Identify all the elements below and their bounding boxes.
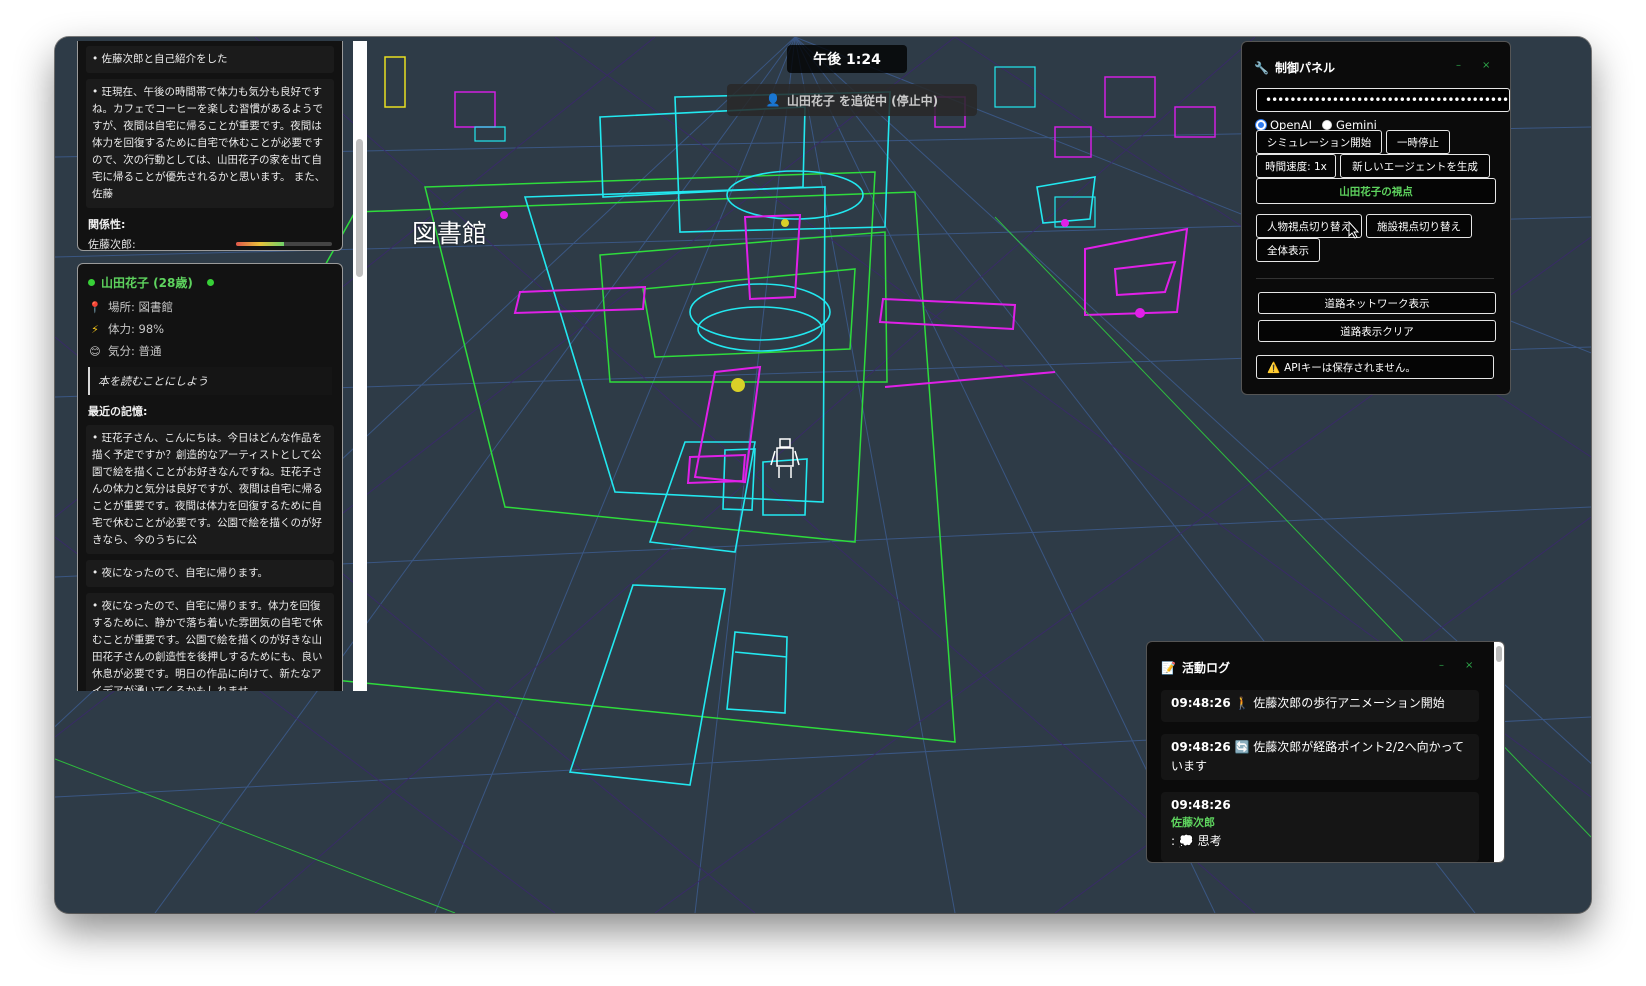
follow-status: 👤 山田花子 を追従中 (停止中) (727, 84, 977, 116)
control-panel-title: 制御パネル (1274, 61, 1335, 75)
new-agent-button[interactable]: 新しいエージェントを生成 (1340, 154, 1490, 178)
log-entry: 09:48:26 🚶 佐藤次郎の歩行アニメーション開始 (1161, 690, 1479, 722)
relations-title: 関係性: (88, 218, 126, 231)
left-panel-scrollbar[interactable] (353, 41, 367, 691)
activity-log-header: 📝 活動ログ (1161, 659, 1230, 676)
relation-name: 佐藤次郎: (88, 238, 136, 251)
facility-view-toggle-button[interactable]: 施設視点切り替え (1366, 214, 1472, 238)
marker-dot (1135, 308, 1145, 318)
activity-log-panel: 📝 活動ログ – × 09:48:26 🚶 佐藤次郎の歩行アニメーション開始 0… (1146, 641, 1505, 863)
road-network-button[interactable]: 道路ネットワーク表示 (1258, 292, 1496, 314)
log-close-button[interactable]: × (1465, 660, 1473, 671)
marker-dot (1061, 219, 1069, 227)
agent-marker-small (781, 219, 789, 227)
relation-row: 佐藤次郎: (88, 236, 332, 252)
recent-memory-title: 最近の記憶: (88, 405, 148, 418)
current-thought: 本を読むことにしよう (88, 367, 332, 395)
show-all-button[interactable]: 全体表示 (1256, 238, 1320, 262)
person-icon: 👤 (765, 93, 781, 107)
log-scrollbar-thumb[interactable] (1496, 646, 1502, 662)
building-label: 図書館 (412, 219, 488, 248)
clock-display: 午後 1:24 (787, 45, 907, 73)
pin-icon: 📍 (88, 300, 102, 314)
relation-bar-fill (236, 242, 284, 246)
log-entry: 09:48:26 🔄 佐藤次郎が経路ポイント2/2へ向かっています (1161, 734, 1479, 780)
time-speed-button[interactable]: 時間速度: 1x (1256, 154, 1336, 178)
memory-item: • 夜になったので、自宅に帰ります。 (86, 560, 334, 587)
person-view-toggle-button[interactable]: 人物視点切り替え (1256, 214, 1362, 238)
online-dot-icon (206, 279, 214, 286)
status-dot-icon (88, 279, 95, 286)
log-minimize-button[interactable]: – (1439, 660, 1444, 671)
memory-item: • 佐藤次郎と自己紹介をした (86, 46, 334, 73)
viewpoint-display[interactable]: 山田花子の視点 (1256, 178, 1496, 204)
log-entry: 09:48:26 佐藤次郎 : 💭 思考 (1161, 792, 1479, 862)
pause-button[interactable]: 一時停止 (1386, 130, 1450, 154)
memory-item: • 玨現在、午後の時間帯で体力も気分も良好ですね。カフェでコーヒーを楽しむ習慣が… (86, 79, 334, 208)
api-warning: ⚠️ APIキーは保存されません。 (1256, 355, 1494, 379)
agent-name: 山田花子 (28歳) (101, 276, 193, 290)
log-time: 09:48:26 (1171, 740, 1231, 754)
relation-bar (236, 242, 332, 246)
log-time: 09:48:26 (1171, 696, 1231, 710)
panel-divider (1256, 278, 1494, 279)
agent-marker-yellow[interactable] (731, 378, 745, 392)
api-key-input[interactable]: ••••••••••••••••••••••••••••••••••••••••… (1256, 88, 1510, 112)
api-warning-text: APIキーは保存されません。 (1284, 361, 1416, 374)
notepad-icon: 📝 (1161, 660, 1176, 675)
app-window: 午後 1:24 👤 山田花子 を追従中 (停止中) 図書館 • 佐藤次郎と自己紹… (55, 37, 1591, 913)
mood-text: 気分: 普通 (108, 344, 162, 358)
agent-info-panel: • 佐藤次郎と自己紹介をした • 玨現在、午後の時間帯で体力も気分も良好ですね。… (63, 41, 363, 691)
activity-log-title: 活動ログ (1181, 661, 1230, 675)
warning-icon: ⚠️ (1267, 361, 1281, 374)
scrollbar-thumb[interactable] (356, 139, 363, 277)
control-panel-header: 🔧 制御パネル (1254, 59, 1335, 76)
stamina-text: 体力: 98% (108, 322, 165, 336)
agent-name-row: 山田花子 (28歳) (88, 274, 332, 291)
log-time: 09:48:26 (1171, 798, 1231, 812)
location-stat: 📍 場所: 図書館 (88, 299, 332, 315)
follow-status-text: 山田花子 を追従中 (停止中) (786, 93, 939, 108)
log-text: : 💭 思考 (1171, 834, 1222, 848)
minimize-button[interactable]: – (1456, 60, 1461, 71)
start-simulation-button[interactable]: シミュレーション開始 (1256, 130, 1382, 154)
memory-item: • 夜になったので、自宅に帰ります。体力を回復するために、静かで落ち着いた雰囲気… (86, 593, 334, 691)
agent-card-previous: • 佐藤次郎と自己紹介をした • 玨現在、午後の時間帯で体力も気分も良好ですね。… (77, 41, 343, 251)
close-button[interactable]: × (1482, 60, 1490, 71)
log-agent-name: 佐藤次郎 (1171, 816, 1215, 829)
stamina-stat: ⚡ 体力: 98% (88, 321, 332, 337)
agent-card-yamada[interactable]: 山田花子 (28歳) 📍 場所: 図書館 ⚡ 体力: 98% 😊 気分: 普通 本を読… (77, 263, 343, 691)
log-text: 🚶 佐藤次郎の歩行アニメーション開始 (1234, 696, 1445, 710)
marker-dot (500, 211, 508, 219)
radio-openai[interactable] (1256, 120, 1266, 130)
lightning-icon: ⚡ (91, 322, 99, 336)
radio-gemini[interactable] (1321, 120, 1332, 130)
control-panel: 🔧 制御パネル – × ••••••••••••••••••••••••••••… (1241, 41, 1511, 395)
wrench-icon: 🔧 (1254, 60, 1269, 75)
mood-stat: 😊 気分: 普通 (88, 343, 332, 359)
log-scrollbar[interactable] (1494, 642, 1504, 862)
smiley-icon: 😊 (89, 344, 101, 358)
mouse-cursor-icon (1348, 221, 1360, 239)
location-text: 場所: 図書館 (108, 300, 174, 314)
memory-item: • 玨花子さん、こんにちは。今日はどんな作品を描く予定ですか？創造的なアーティス… (86, 425, 334, 554)
road-clear-button[interactable]: 道路表示クリア (1258, 320, 1496, 342)
